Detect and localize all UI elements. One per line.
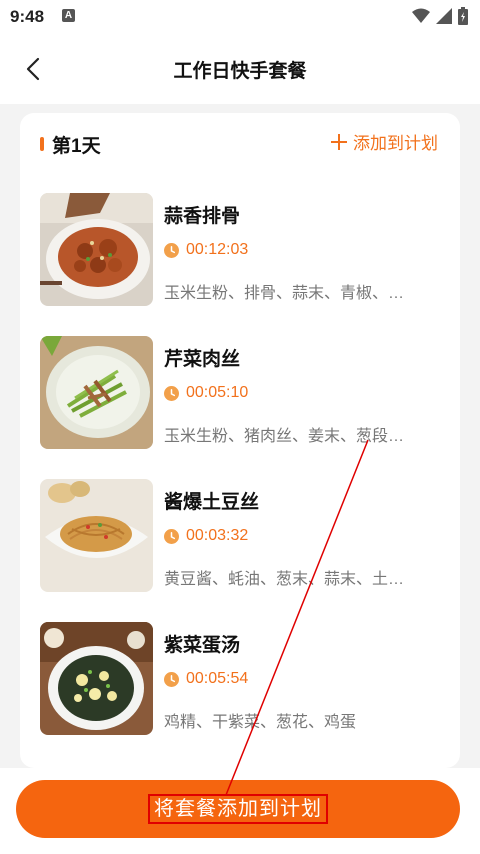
clock-icon [164, 242, 179, 258]
meal-plan-card: 第1天 添加到计划 蒜香排骨 00:12:03 玉米生粉、排骨、蒜末、青椒、… … [20, 113, 460, 768]
recipe-name: 酱爆土豆丝 [164, 492, 260, 513]
recipe-list: 蒜香排骨 00:12:03 玉米生粉、排骨、蒜末、青椒、… 芹菜肉丝 00:05… [20, 191, 460, 763]
clock-icon [164, 671, 179, 687]
day-header: 第1天 添加到计划 [20, 129, 460, 159]
recipe-item[interactable]: 芹菜肉丝 00:05:10 玉米生粉、猪肉丝、姜末、葱段… [20, 334, 460, 477]
recipe-name: 蒜香排骨 [164, 206, 241, 227]
recipe-ingredients: 玉米生粉、猪肉丝、姜末、葱段… [164, 428, 405, 445]
recipe-time-row: 00:05:54 [164, 670, 248, 688]
recipe-time: 00:05:10 [186, 384, 249, 401]
add-to-plan-link[interactable]: 添加到计划 [331, 129, 438, 154]
header: 工作日快手套餐 [0, 34, 480, 104]
recipe-name: 芹菜肉丝 [164, 349, 241, 370]
recipe-item[interactable]: 蒜香排骨 00:12:03 玉米生粉、排骨、蒜末、青椒、… [20, 191, 460, 334]
add-to-plan-label: 添加到计划 [353, 134, 438, 153]
bottom-bar: 将套餐添加到计划 [0, 768, 480, 854]
recipe-time: 00:03:32 [186, 527, 249, 544]
status-bar: 9:48 A [0, 0, 480, 34]
signal-icon [436, 8, 452, 24]
notification-a-icon: A [62, 9, 75, 22]
recipe-image-garlic-ribs [40, 193, 153, 306]
recipe-time-row: 00:05:10 [164, 384, 248, 402]
recipe-image-seaweed-egg-soup [40, 622, 153, 735]
day-marker [40, 137, 44, 151]
clock-icon [164, 385, 179, 401]
recipe-image-celery-pork [40, 336, 153, 449]
page: 9:48 A 工作日快手套餐 第1天 添加到计划 蒜香排骨 00:12:03 玉… [0, 0, 480, 854]
recipe-ingredients: 玉米生粉、排骨、蒜末、青椒、… [164, 285, 405, 302]
recipe-time: 00:05:54 [186, 670, 249, 687]
recipe-time-row: 00:12:03 [164, 241, 248, 259]
recipe-item[interactable]: 酱爆土豆丝 00:03:32 黄豆酱、蚝油、葱末、蒜末、土… [20, 477, 460, 620]
add-meal-plan-button-label: 将套餐添加到计划 [148, 794, 328, 824]
page-title: 工作日快手套餐 [173, 61, 307, 82]
recipe-item[interactable]: 紫菜蛋汤 00:05:54 鸡精、干紫菜、葱花、鸡蛋 [20, 620, 460, 763]
battery-icon [458, 7, 468, 25]
recipe-ingredients: 鸡精、干紫菜、葱花、鸡蛋 [164, 714, 357, 731]
plus-icon [331, 133, 347, 150]
status-time: 9:48 [10, 7, 45, 26]
day-label: 第1天 [52, 136, 101, 157]
status-icons [412, 7, 468, 25]
recipe-name: 紫菜蛋汤 [164, 635, 241, 656]
recipe-ingredients: 黄豆酱、蚝油、葱末、蒜末、土… [164, 571, 405, 588]
recipe-time: 00:12:03 [186, 241, 249, 258]
recipe-time-row: 00:03:32 [164, 527, 248, 545]
clock-icon [164, 528, 179, 544]
recipe-image-potato-strips [40, 479, 153, 592]
add-meal-plan-button[interactable]: 将套餐添加到计划 [16, 780, 460, 838]
wifi-icon [412, 8, 430, 23]
